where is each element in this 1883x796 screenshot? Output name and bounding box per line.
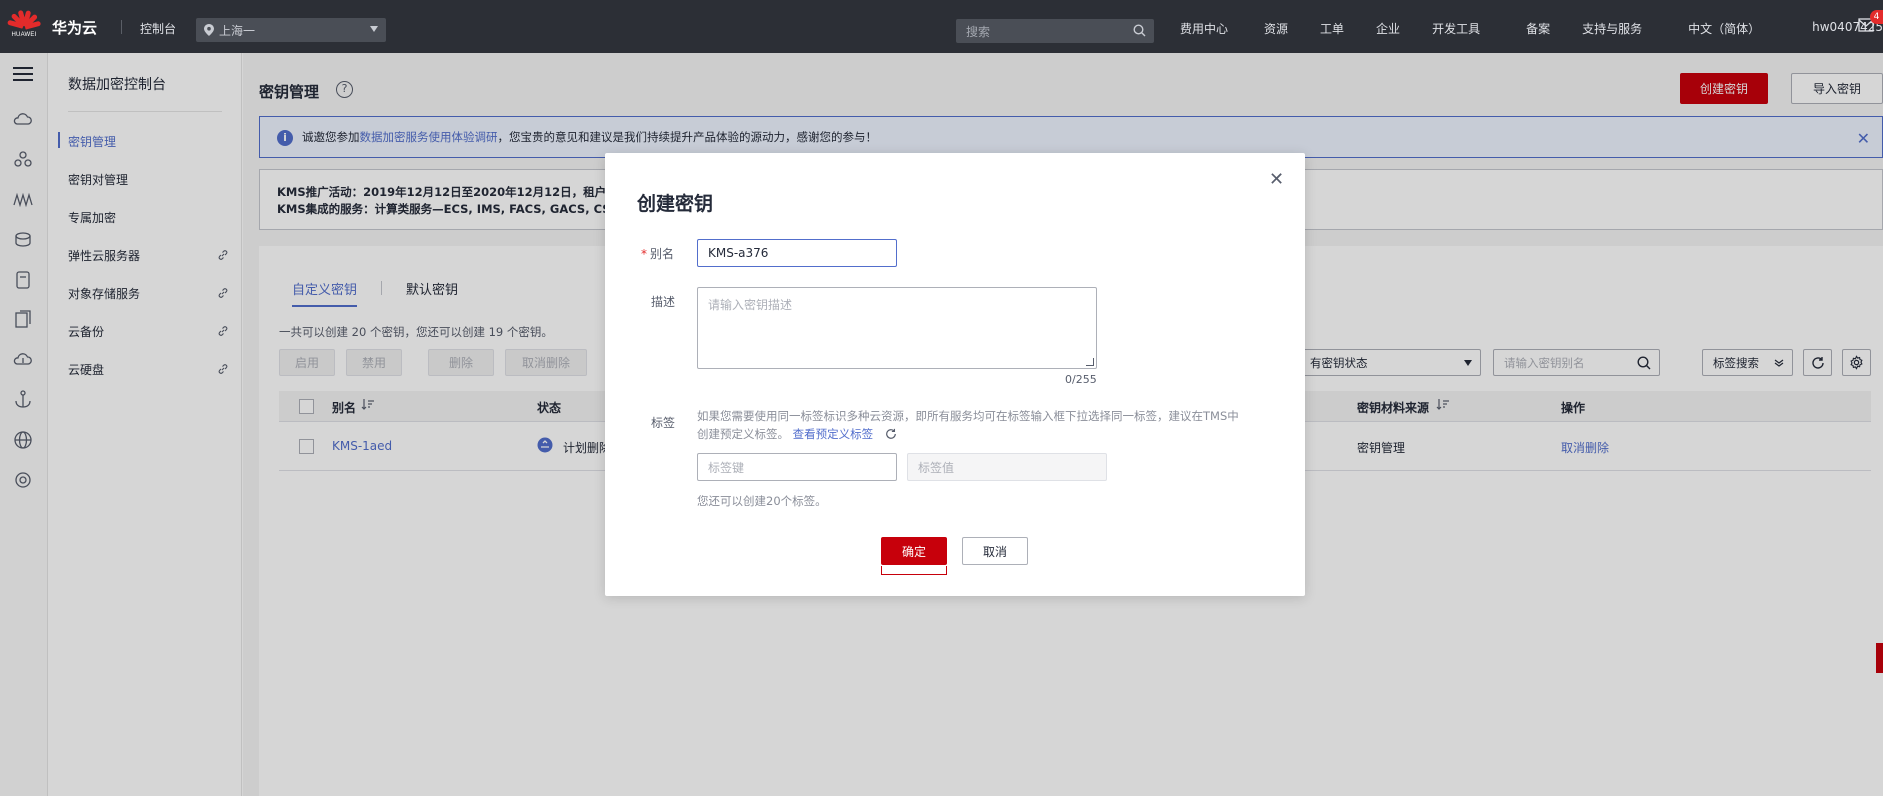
view-predefined-tags-link[interactable]: 查看预定义标签 bbox=[793, 427, 874, 441]
search-icon[interactable] bbox=[1133, 24, 1146, 40]
huawei-logo[interactable]: HUAWEI bbox=[7, 9, 42, 44]
required-marker: * bbox=[641, 247, 647, 261]
region-label: 上海一 bbox=[219, 23, 256, 38]
search-placeholder: 搜索 bbox=[966, 24, 991, 39]
brand-name[interactable]: 华为云 bbox=[52, 17, 97, 38]
alias-label-text: 别名 bbox=[650, 247, 675, 261]
top-nav-link[interactable]: 工单 bbox=[1320, 20, 1344, 37]
description-placeholder: 请输入密钥描述 bbox=[708, 298, 793, 312]
description-textarea[interactable]: 请输入密钥描述 bbox=[697, 287, 1097, 369]
global-search-input[interactable]: 搜索 bbox=[956, 19, 1154, 43]
tag-value-placeholder: 标签值 bbox=[918, 460, 955, 475]
tag-remaining-text: 您还可以创建20个标签。 bbox=[697, 494, 827, 508]
dialog-title: 创建密钥 bbox=[637, 193, 714, 215]
top-nav-link[interactable]: 开发工具 bbox=[1432, 20, 1480, 37]
description-char-count: 0/255 bbox=[1065, 373, 1097, 386]
region-selector[interactable]: 上海一 bbox=[196, 18, 386, 42]
create-key-dialog: 创建密钥 ✕ * 别名 KMS-a376 描述 请输入密钥描述 0/255 标签 … bbox=[605, 153, 1305, 596]
tag-label: 标签 bbox=[651, 416, 676, 430]
top-nav-links: 费用中心 资源 工单 企业 开发工具 备案 支持与服务 中文（简体） hw04074253 bbox=[1180, 20, 1883, 37]
logo-petals-icon bbox=[7, 9, 42, 30]
top-nav-link[interactable]: 备案 bbox=[1526, 20, 1550, 37]
tag-value-input[interactable]: 标签值 bbox=[907, 453, 1107, 481]
confirm-button[interactable]: 确定 bbox=[881, 537, 947, 565]
cancel-button[interactable]: 取消 bbox=[962, 537, 1028, 565]
focus-highlight bbox=[881, 566, 947, 575]
tag-key-input[interactable]: 标签键 bbox=[697, 453, 897, 481]
console-link[interactable]: 控制台 bbox=[140, 20, 176, 37]
top-nav-link[interactable]: 资源 bbox=[1264, 20, 1288, 37]
close-icon[interactable]: ✕ bbox=[1269, 169, 1284, 190]
logo-wordmark: HUAWEI bbox=[11, 32, 37, 38]
chevron-down-icon bbox=[370, 26, 378, 32]
refresh-icon[interactable] bbox=[885, 428, 897, 440]
alias-input[interactable]: KMS-a376 bbox=[697, 239, 897, 267]
top-nav-link[interactable]: 中文（简体） bbox=[1688, 20, 1760, 37]
location-pin-icon bbox=[204, 24, 214, 36]
tag-hint-line: 创建预定义标签。 bbox=[697, 427, 789, 441]
tag-key-placeholder: 标签键 bbox=[708, 460, 745, 475]
top-nav-link[interactable]: 企业 bbox=[1376, 20, 1400, 37]
divider bbox=[121, 20, 122, 34]
description-label: 描述 bbox=[651, 295, 676, 309]
top-nav-link[interactable]: 费用中心 bbox=[1180, 20, 1228, 37]
top-nav-link[interactable]: 支持与服务 bbox=[1582, 20, 1642, 37]
resize-handle[interactable] bbox=[1086, 358, 1094, 366]
tag-hint-line: 如果您需要使用同一标签标识多种云资源，即所有服务均可在标签输入框下拉选择同一标签… bbox=[697, 409, 1239, 423]
top-navigation-bar: HUAWEI 华为云 控制台 上海一 搜索 费用中心 资源 工单 企业 开发工具 备案 支持… bbox=[0, 0, 1883, 53]
alias-label: * 别名 bbox=[641, 245, 674, 262]
tag-hint: 如果您需要使用同一标签标识多种云资源，即所有服务均可在标签输入框下拉选择同一标签… bbox=[697, 407, 1267, 443]
notification-badge: 4 bbox=[1870, 10, 1883, 24]
